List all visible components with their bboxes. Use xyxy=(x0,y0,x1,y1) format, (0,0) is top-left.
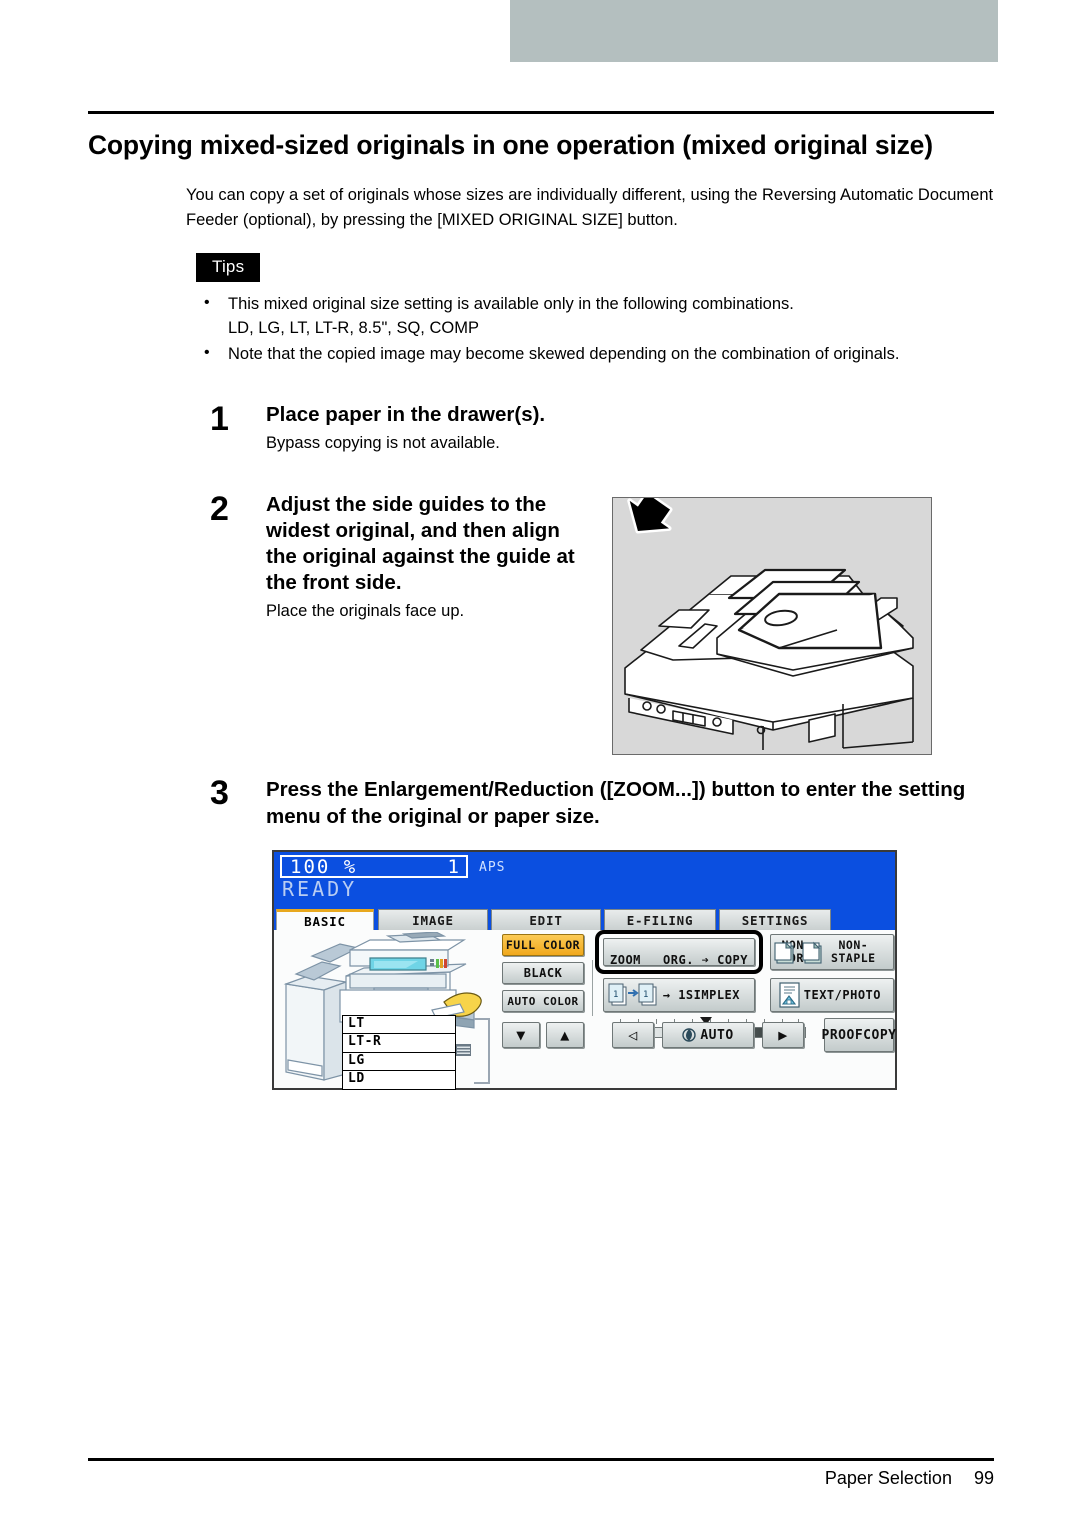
aps-indicator: APS xyxy=(479,860,506,875)
bypass-tray-icon xyxy=(456,1044,471,1056)
proof-copy-button[interactable]: PROOF COPY xyxy=(821,1018,897,1052)
list-item: • Note that the copied image may become … xyxy=(196,342,1006,366)
duplex-line2: SIMPLEX xyxy=(685,987,740,1002)
auto-density-button[interactable]: AUTO xyxy=(662,1022,754,1048)
proof-line1: PROOF xyxy=(821,1027,864,1043)
tip-text: This mixed original size setting is avai… xyxy=(228,295,794,337)
scroll-down-button[interactable]: ▼ xyxy=(502,1022,540,1048)
tab-settings[interactable]: SETTINGS xyxy=(719,909,831,932)
zoom-label: ZOOM xyxy=(610,953,641,967)
footer-divider xyxy=(88,1458,994,1461)
tab-image[interactable]: IMAGE xyxy=(378,909,488,932)
svg-text:1: 1 xyxy=(643,990,648,1000)
arrow-icon xyxy=(627,498,673,534)
lcd-status-bar: 100 % 1 APS READY xyxy=(274,852,895,909)
paper-size-row[interactable]: LT xyxy=(342,1014,456,1035)
step-1: 1 Place paper in the drawer(s). Bypass c… xyxy=(210,402,630,455)
tab-basic[interactable]: BASIC xyxy=(276,909,374,932)
scroll-up-button[interactable]: ▲ xyxy=(546,1022,584,1048)
zoom-button[interactable]: ZOOM ORG. ➔ COPY 100% APS xyxy=(603,938,755,993)
paper-size-row[interactable]: LG xyxy=(342,1051,456,1072)
zoom-ratio-value: 100 % xyxy=(290,856,358,878)
simplex-icon: 1 1 xyxy=(608,983,657,1006)
step-heading: Adjust the side guides to the widest ori… xyxy=(266,493,575,594)
copier-diagram: LT LT-R LG LD xyxy=(278,931,498,1090)
triangle-left-icon: ◁ xyxy=(628,1025,638,1044)
tip-text: Note that the copied image may become sk… xyxy=(228,345,900,363)
non-sort-icon xyxy=(774,941,822,964)
copy-count-value: 1 xyxy=(447,856,459,878)
header-band xyxy=(510,0,998,62)
step-2: 2 Adjust the side guides to the widest o… xyxy=(210,492,590,623)
step-subtext: Bypass copying is not available. xyxy=(266,434,500,452)
bullet-icon: • xyxy=(204,294,210,311)
ratio-copies-box: 100 % 1 xyxy=(280,855,468,878)
document-page: Copying mixed-sized originals in one ope… xyxy=(0,0,1080,1526)
density-decrease-button[interactable]: ◁ xyxy=(612,1022,654,1048)
step-number: 1 xyxy=(210,400,229,438)
auto-color-button[interactable]: AUTO COLOR xyxy=(502,990,584,1012)
footer-section-title: Paper Selection xyxy=(824,1468,952,1488)
step-heading: Press the Enlargement/Reduction ([ZOOM..… xyxy=(266,778,966,828)
intro-paragraph: You can copy a set of originals whose si… xyxy=(186,186,994,229)
step-number: 3 xyxy=(210,774,229,812)
text-photo-icon xyxy=(779,982,800,1008)
org-copy-label: ORG. ➔ COPY xyxy=(663,953,748,967)
full-color-button[interactable]: FULL COLOR xyxy=(502,934,584,956)
step-subtext: Place the originals face up. xyxy=(266,602,465,620)
auto-density-icon xyxy=(682,1028,697,1042)
tips-list: • This mixed original size setting is av… xyxy=(196,292,1006,368)
page-number: 99 xyxy=(973,1468,994,1488)
list-item: • This mixed original size setting is av… xyxy=(196,292,1006,340)
black-button[interactable]: BLACK xyxy=(502,962,584,984)
auto-density-label: AUTO xyxy=(700,1027,734,1043)
paper-size-row[interactable]: LT-R xyxy=(342,1033,456,1053)
feeder-drawing xyxy=(624,498,914,750)
tab-edit[interactable]: EDIT xyxy=(491,909,601,932)
density-increase-button[interactable]: ▶ xyxy=(762,1022,804,1048)
bullet-icon: • xyxy=(204,344,210,361)
lcd-tab-bar: BASIC IMAGE EDIT E-FILING SETTINGS xyxy=(274,907,895,932)
divider xyxy=(592,960,593,1016)
chevron-down-icon: ▼ xyxy=(516,1025,526,1044)
page-footer: Paper Selection 99 xyxy=(88,1468,994,1489)
svg-text:1: 1 xyxy=(613,990,618,1000)
tab-e-filing[interactable]: E-FILING xyxy=(604,909,716,932)
status-message: READY xyxy=(282,877,358,901)
tips-badge: Tips xyxy=(196,253,261,282)
copier-lcd-panel: 100 % 1 APS READY BASIC IMAGE EDIT E-FIL… xyxy=(272,850,897,1090)
lcd-basic-tab-content: LT LT-R LG LD FULL COLOR BLACK AUTO COLO… xyxy=(274,930,897,1090)
header-divider xyxy=(88,111,994,114)
paper-size-row[interactable]: LD xyxy=(342,1070,456,1090)
document-feeder-illustration xyxy=(612,497,932,755)
page-title: Copying mixed-sized originals in one ope… xyxy=(88,130,933,160)
step-heading: Place paper in the drawer(s). xyxy=(266,403,546,426)
drawer-bracket xyxy=(474,1018,490,1084)
triangle-right-icon: ▶ xyxy=(778,1025,788,1044)
step-number: 2 xyxy=(210,490,229,528)
proof-line2: COPY xyxy=(863,1027,897,1043)
paper-size-list: LT LT-R LG LD xyxy=(342,1014,456,1090)
chevron-up-icon: ▲ xyxy=(560,1025,570,1044)
step-3: 3 Press the Enlargement/Reduction ([ZOOM… xyxy=(210,776,1000,830)
